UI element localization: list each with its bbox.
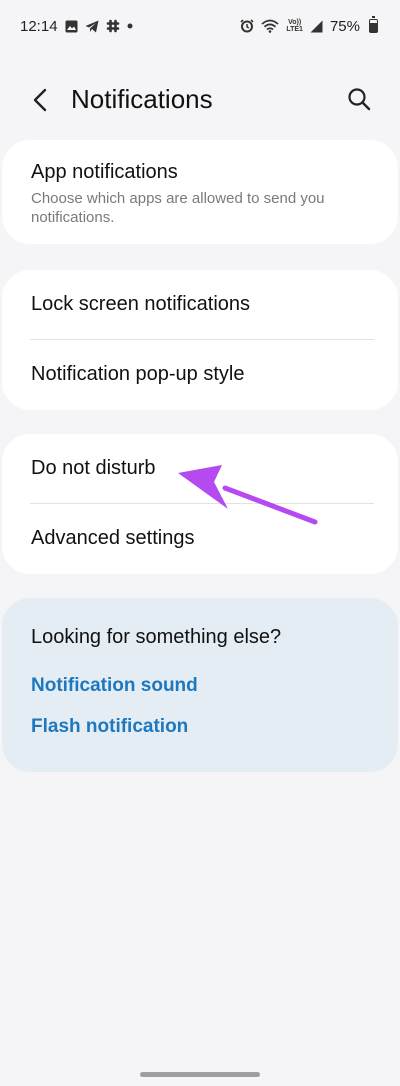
status-bar: 12:14 Vo)) LTE1 75%	[0, 0, 400, 52]
do-not-disturb-label: Do not disturb	[31, 457, 156, 479]
status-time: 12:14	[20, 17, 58, 35]
annotation-arrow	[178, 465, 318, 525]
app-bar: Notifications	[0, 68, 400, 132]
card-suggestions: Looking for something else? Notification…	[2, 598, 398, 772]
battery-fill	[370, 23, 377, 32]
alarm-icon	[240, 19, 254, 33]
volte-bottom: LTE1	[286, 26, 303, 33]
suggestions-heading: Looking for something else?	[31, 626, 282, 648]
app-notifications-subtitle: Choose which apps are allowed to send yo…	[31, 190, 325, 226]
setting-notification-popup-style[interactable]: Notification pop-up style	[2, 340, 398, 410]
volte-icon: Vo)) LTE1	[286, 19, 303, 33]
card-lockscreen-popup: Lock screen notifications Notification p…	[2, 270, 398, 410]
wifi-icon	[261, 19, 279, 33]
setting-lock-screen-notifications[interactable]: Lock screen notifications	[2, 270, 398, 339]
search-button[interactable]	[344, 84, 374, 114]
battery-icon	[369, 16, 378, 33]
status-right: Vo)) LTE1 75%	[240, 16, 378, 35]
lock-screen-notifications-label: Lock screen notifications	[31, 293, 251, 315]
setting-app-notifications[interactable]: App notifications Choose which apps are …	[2, 140, 398, 244]
signal-icon	[310, 20, 323, 33]
navigation-handle[interactable]	[140, 1072, 260, 1077]
back-button[interactable]	[26, 86, 54, 114]
card-app-notifications: App notifications Choose which apps are …	[2, 140, 398, 244]
app-notifications-title: App notifications	[31, 161, 178, 183]
link-flash-notification[interactable]: Flash notification	[31, 716, 188, 738]
battery-percent: 75%	[329, 17, 360, 35]
chevron-left-icon	[33, 88, 47, 112]
gallery-icon	[65, 20, 78, 33]
link-notification-sound[interactable]: Notification sound	[31, 675, 198, 697]
slack-icon	[106, 19, 120, 33]
page-title: Notifications	[71, 84, 213, 114]
telegram-icon	[85, 20, 99, 33]
status-left: 12:14	[20, 18, 133, 35]
dot-icon	[127, 23, 133, 29]
search-icon	[348, 88, 371, 111]
arrow-head	[178, 465, 228, 509]
notification-popup-style-label: Notification pop-up style	[31, 363, 245, 385]
volte-top: Vo))	[288, 19, 302, 26]
